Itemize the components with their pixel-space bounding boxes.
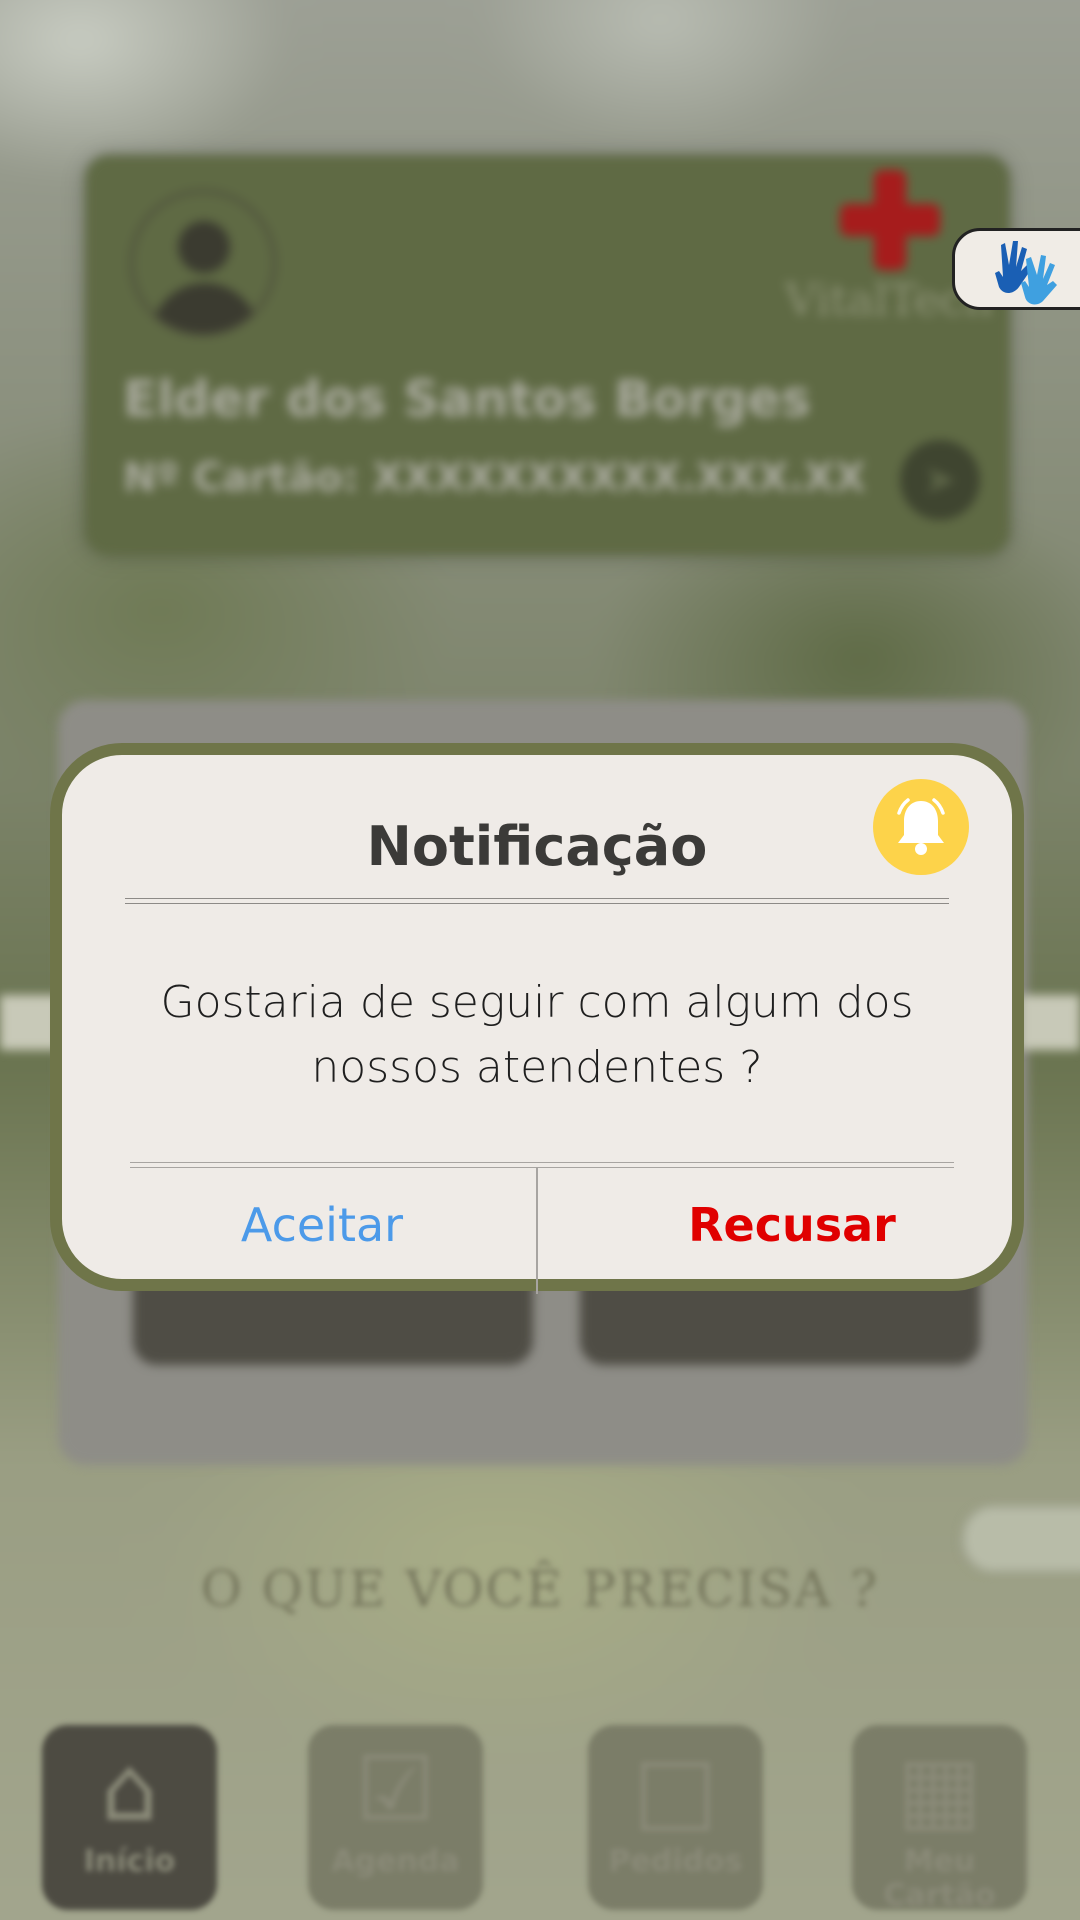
bottom-nav: ⌂ Início ☑ Agenda □ Pedidos ▦ Meu Cartão [0,1715,1080,1920]
share-icon: ➤ [900,440,980,520]
sign-language-icon [995,241,1057,305]
actions-divider [130,1162,954,1168]
clipboard-icon: □ [632,1737,719,1842]
home-icon: ⌂ [100,1737,159,1842]
calendar-icon: ☑ [355,1737,436,1842]
notification-dialog: Notificação Gostaria de seguir com algum… [50,743,1024,1294]
nav-item-agenda: ☑ Agenda [308,1725,483,1910]
nav-label: Pedidos [608,1844,743,1879]
title-divider [125,898,949,904]
screen: VitalTech Elder dos Santos Borges Nº Car… [0,0,1080,1920]
question-heading: O QUE VOCÊ PRECISA ? [200,1560,880,1618]
avatar [130,190,276,336]
bell-icon [897,798,945,855]
nav-item-meu-cartao: ▦ Meu Cartão [852,1725,1027,1913]
profile-card: VitalTech Elder dos Santos Borges Nº Car… [85,155,1010,555]
nav-label: Agenda [331,1844,460,1879]
dialog-message: Gostaria de seguir com algum dos nossos … [160,977,914,1093]
id-card-icon: ▦ [896,1737,983,1842]
actions-vertical-divider [536,1168,538,1294]
user-name: Elder dos Santos Borges [123,370,811,428]
nav-item-home: ⌂ Início [42,1725,217,1910]
decline-button[interactable]: Recusar [622,1185,962,1265]
accept-button[interactable]: Aceitar [152,1185,492,1265]
nav-label: Início [83,1844,176,1879]
medical-cross-logo [840,170,940,270]
bell-badge [873,779,969,875]
card-number: Nº Cartão: XXXXXXXXXX.XXX.XX [123,455,866,501]
nav-item-pedidos: □ Pedidos [588,1725,763,1910]
nav-label: Meu Cartão [883,1844,996,1913]
dialog-title: Notificação [366,815,708,878]
sign-language-button[interactable] [952,228,1080,310]
banner-strip-right [1020,995,1080,1050]
